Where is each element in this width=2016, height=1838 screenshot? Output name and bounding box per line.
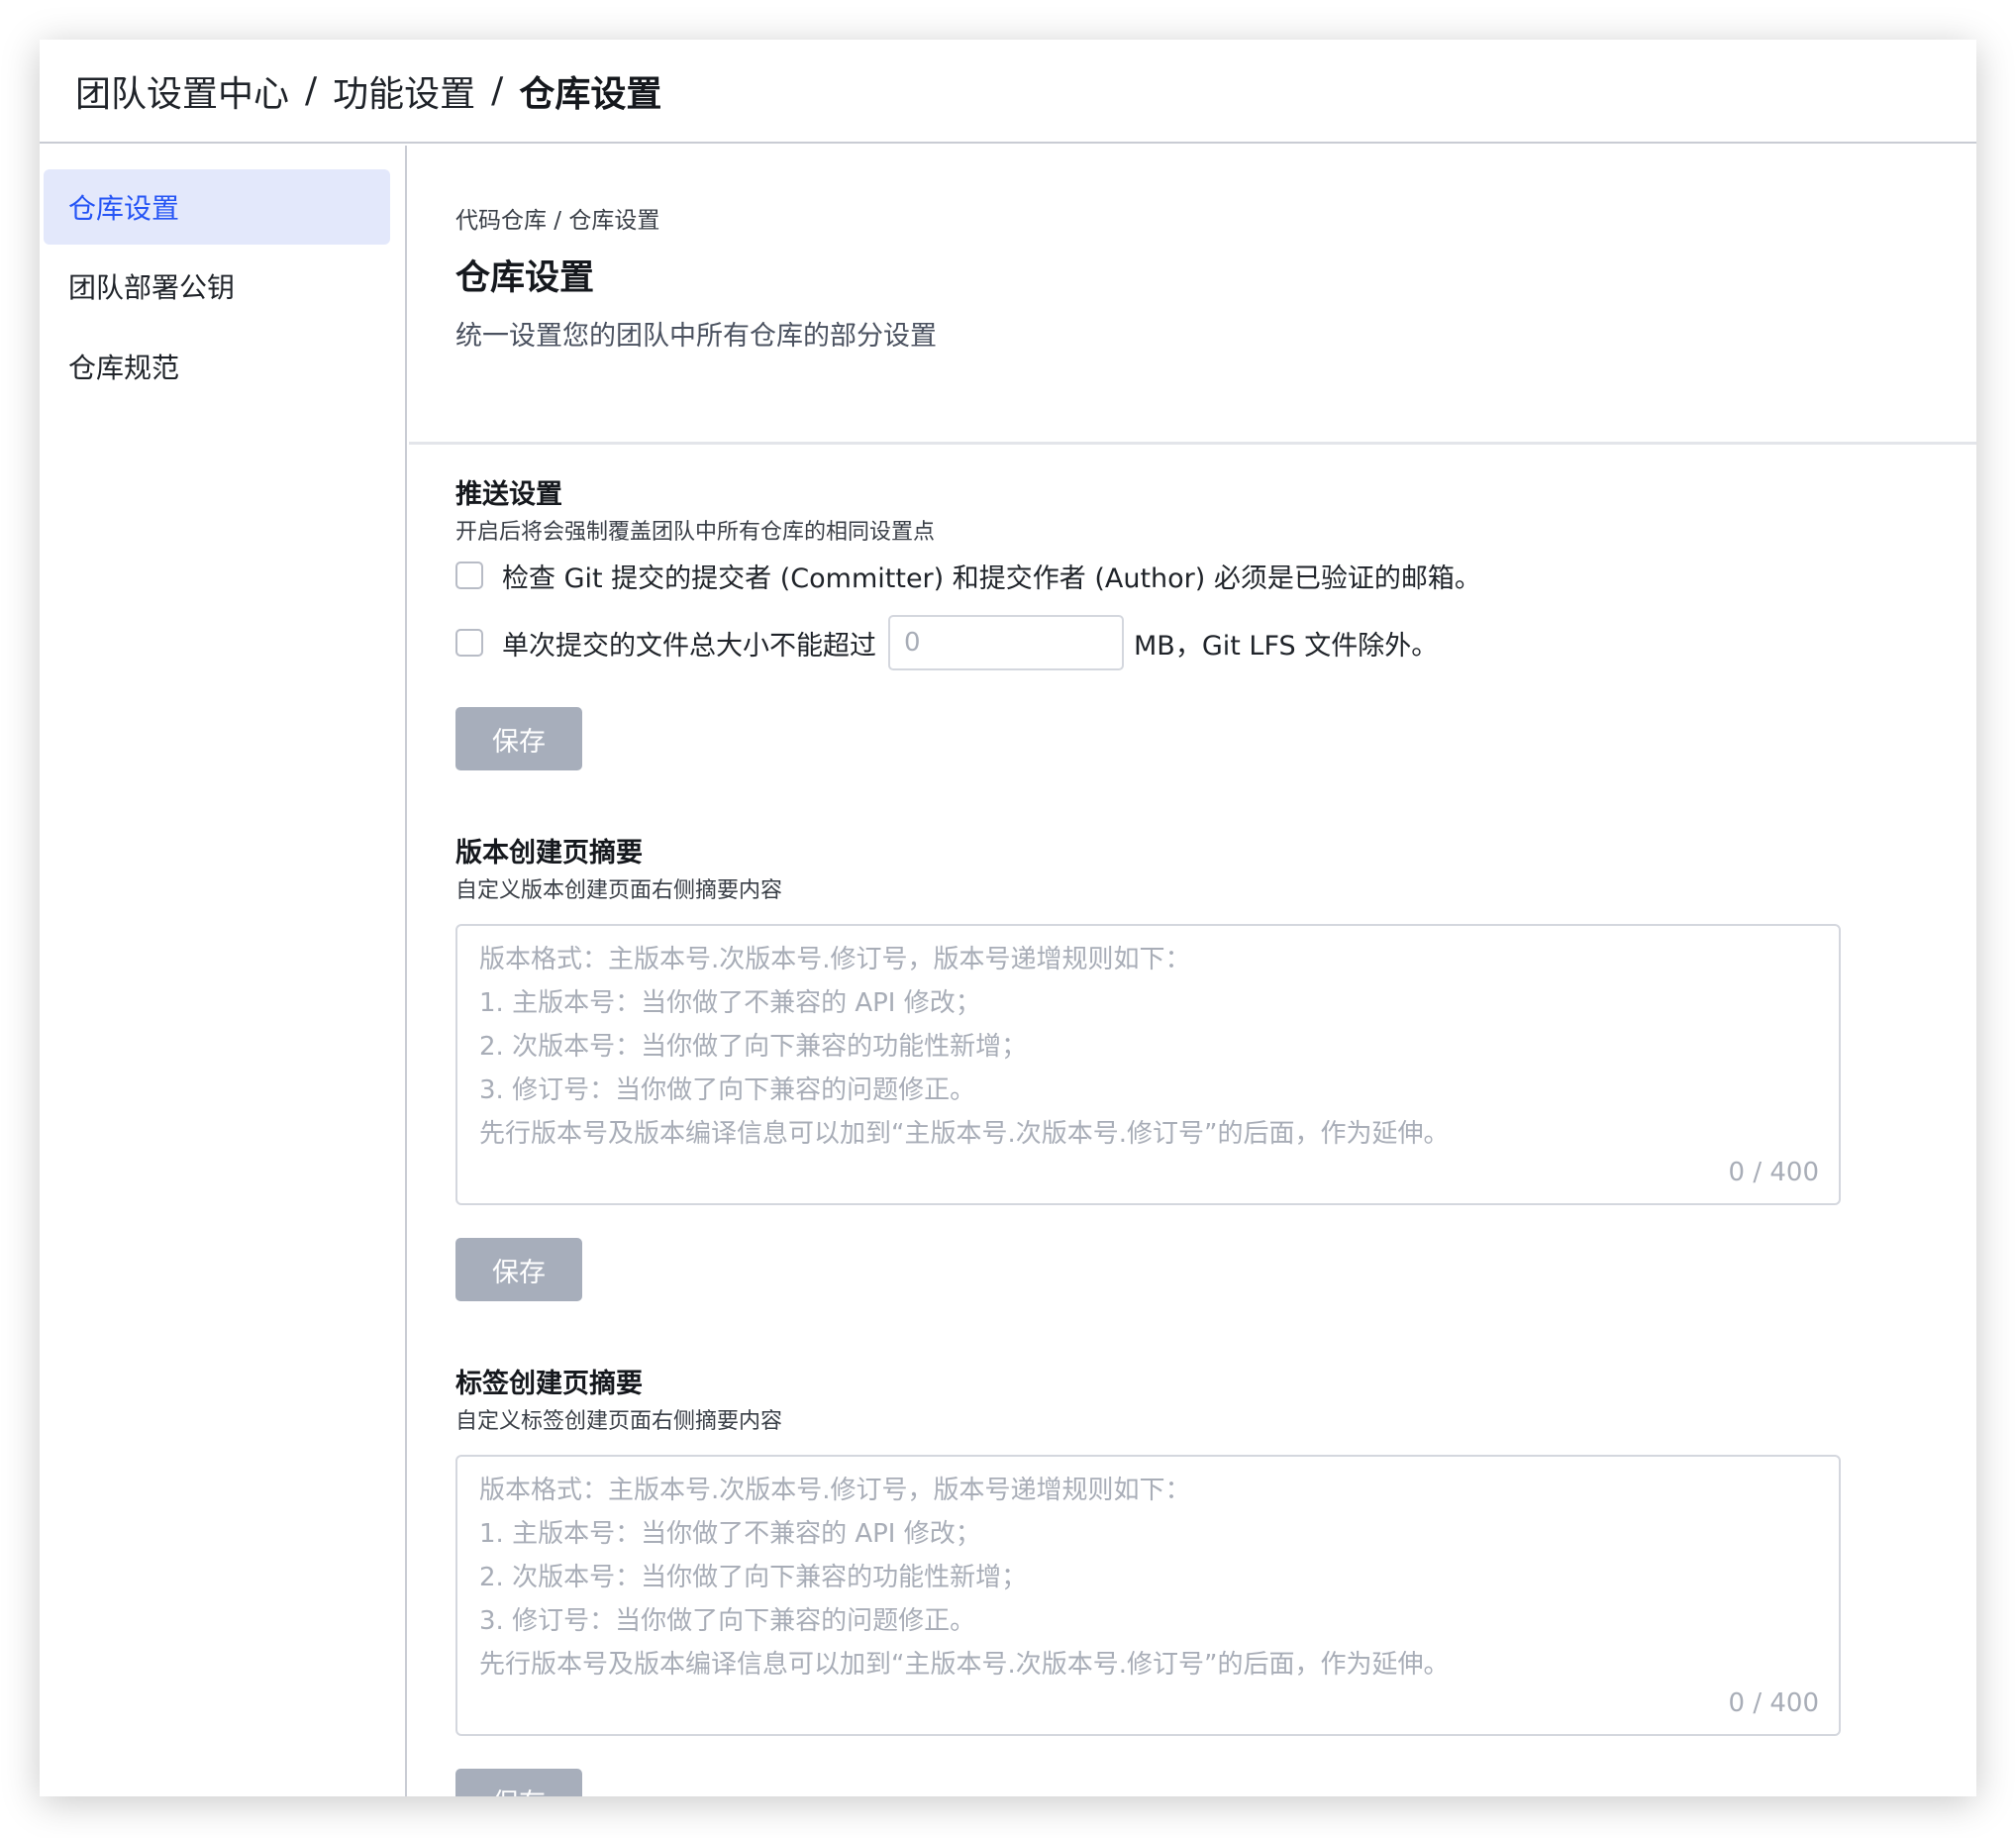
top-breadcrumb: 团队设置中心 / 功能设置 / 仓库设置 xyxy=(40,40,1976,144)
release-summary-field: 0 / 400 xyxy=(455,924,1841,1205)
check-email-checkbox[interactable] xyxy=(455,562,483,589)
size-limit-row: 单次提交的文件总大小不能超过 MB，Git LFS 文件除外。 xyxy=(455,615,1438,670)
sidebar: 仓库设置 团队部署公钥 仓库规范 xyxy=(40,146,407,1796)
breadcrumb-separator: / xyxy=(305,70,318,111)
breadcrumb-repo-settings: 仓库设置 xyxy=(519,73,662,115)
check-email-row: 检查 Git 提交的提交者 (Committer) 和提交作者 (Author)… xyxy=(455,548,1481,603)
push-settings-description: 开启后将会强制覆盖团队中所有仓库的相同设置点 xyxy=(455,520,936,545)
main-content: 代码仓库 / 仓库设置 仓库设置 统一设置您的团队中所有仓库的部分设置 推送设置… xyxy=(409,146,1976,1796)
breadcrumb-separator: / xyxy=(491,70,504,111)
check-email-label: 检查 Git 提交的提交者 (Committer) 和提交作者 (Author)… xyxy=(502,562,1481,594)
release-summary-save-button[interactable]: 保存 xyxy=(455,1238,582,1301)
size-limit-prefix: 单次提交的文件总大小不能超过 xyxy=(502,630,876,662)
tag-summary-field: 0 / 400 xyxy=(455,1455,1841,1736)
sidebar-item-deploy-keys[interactable]: 团队部署公钥 xyxy=(44,249,390,324)
breadcrumb-team-settings[interactable]: 团队设置中心 xyxy=(75,65,289,117)
tag-summary-title: 标签创建页摘要 xyxy=(455,1369,643,1399)
release-summary-counter: 0 / 400 xyxy=(1728,1158,1819,1187)
sub-breadcrumb: 代码仓库 / 仓库设置 xyxy=(455,208,660,234)
release-summary-textarea[interactable] xyxy=(457,926,1839,1203)
size-limit-suffix: MB，Git LFS 文件除外。 xyxy=(1134,630,1439,662)
size-limit-checkbox[interactable] xyxy=(455,629,483,657)
release-summary-title: 版本创建页摘要 xyxy=(455,838,643,868)
release-summary-description: 自定义版本创建页面右侧摘要内容 xyxy=(455,878,783,903)
sidebar-item-repo-settings[interactable]: 仓库设置 xyxy=(44,169,390,245)
settings-window: 团队设置中心 / 功能设置 / 仓库设置 仓库设置 团队部署公钥 仓库规范 代码… xyxy=(40,40,1976,1796)
tag-summary-description: 自定义标签创建页面右侧摘要内容 xyxy=(455,1409,783,1434)
page-header: 代码仓库 / 仓库设置 仓库设置 统一设置您的团队中所有仓库的部分设置 xyxy=(409,146,1976,445)
push-settings-title: 推送设置 xyxy=(455,479,562,510)
sidebar-item-repo-rules[interactable]: 仓库规范 xyxy=(44,329,390,404)
breadcrumb-feature-settings[interactable]: 功能设置 xyxy=(333,65,475,117)
size-limit-input[interactable] xyxy=(888,615,1124,670)
page-title: 仓库设置 xyxy=(455,258,595,298)
tag-summary-textarea[interactable] xyxy=(457,1457,1839,1734)
page-description: 统一设置您的团队中所有仓库的部分设置 xyxy=(455,321,937,352)
tag-summary-counter: 0 / 400 xyxy=(1728,1688,1819,1718)
tag-summary-save-button[interactable]: 保存 xyxy=(455,1769,582,1796)
push-settings-save-button[interactable]: 保存 xyxy=(455,707,582,770)
